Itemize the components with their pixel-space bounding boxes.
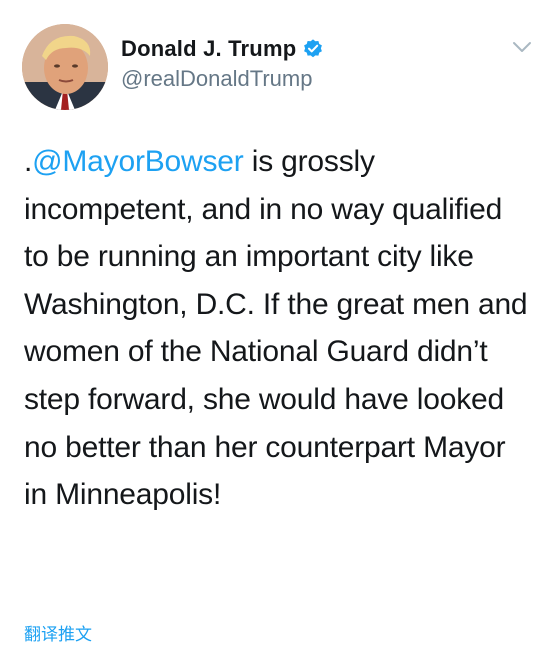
author-handle[interactable]: @realDonaldTrump	[121, 66, 324, 92]
author-name-row: Donald J. Trump	[121, 36, 324, 62]
chevron-down-icon[interactable]	[512, 40, 532, 54]
tweet-card: Donald J. Trump @realDonaldTrump .@Mayor…	[0, 0, 550, 661]
tweet-text: .@MayorBowser is grossly incompetent, an…	[24, 138, 529, 519]
tweet-text-prefix: .	[24, 145, 33, 178]
tweet-text-body: is grossly incompetent, and in no way qu…	[24, 145, 528, 512]
translate-tweet-link[interactable]: 翻译推文	[24, 620, 92, 645]
mention-link[interactable]: @MayorBowser	[32, 145, 244, 178]
tweet-author[interactable]: Donald J. Trump @realDonaldTrump	[121, 36, 324, 92]
author-display-name[interactable]: Donald J. Trump	[121, 36, 296, 62]
user-avatar[interactable]	[22, 24, 108, 110]
verified-badge-icon	[302, 38, 324, 60]
avatar-portrait-icon	[22, 24, 108, 110]
